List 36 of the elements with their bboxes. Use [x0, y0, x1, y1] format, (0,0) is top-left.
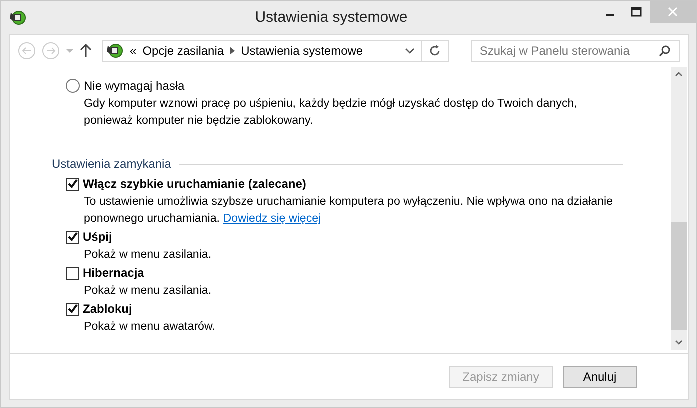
minimize-icon	[606, 14, 614, 16]
chevron-icon	[230, 47, 236, 55]
section-title: Ustawienia zamykania	[52, 157, 172, 171]
search-icon	[659, 45, 671, 57]
power-options-icon	[9, 8, 27, 26]
option-label: Uśpij	[83, 230, 112, 244]
window-title: Ustawienia systemowe	[254, 9, 409, 26]
close-icon	[668, 7, 678, 17]
checkbox[interactable]	[66, 266, 79, 280]
breadcrumb[interactable]: Ustawienia systemowe	[241, 44, 364, 58]
option-label: Włącz szybkie uruchamianie (zalecane)	[83, 177, 306, 191]
option-description: Gdy komputer wznowi pracę po uśpieniu, każdy będzie mógł uzyskać dostęp do Twoich danych, ponieważ komputer nie będzie zablokowany.	[84, 96, 578, 129]
cancel-button[interactable]: Anuluj	[563, 366, 637, 388]
option-description: Pokaż w menu zasilania.	[84, 283, 213, 299]
checkbox[interactable]	[66, 230, 79, 244]
checkbox[interactable]	[66, 302, 79, 316]
checkbox[interactable]	[66, 178, 79, 190]
option-description: To ustawienie umożliwia szybsze uruchamianie komputera po wyłączeniu. Nie wpływa ono na działanie ponownego uruchamiania. Dowiedz się więcej	[84, 194, 614, 227]
scrollbar[interactable]	[671, 67, 687, 350]
breadcrumb-overflow[interactable]: «	[130, 44, 137, 58]
power-options-icon	[106, 42, 124, 60]
option-description: Pokaż w menu zasilania.	[84, 247, 213, 263]
option-label: Hibernacja	[83, 266, 144, 280]
learn-more-link[interactable]: Dowiedz się więcej	[223, 212, 322, 225]
radio-button[interactable]	[66, 79, 80, 93]
option-label: Zablokuj	[83, 302, 132, 316]
maximize-icon	[631, 7, 642, 17]
refresh-icon[interactable]	[428, 44, 442, 58]
search-field[interactable]: Szukaj w Panelu sterowania	[470, 40, 680, 62]
breadcrumb[interactable]: Opcje zasilania	[142, 44, 224, 58]
scrollbar-thumb[interactable]	[671, 222, 687, 330]
address-bar[interactable]: « Opcje zasilania Ustawienia systemowe	[102, 40, 449, 62]
option-description: Pokaż w menu awatarów.	[84, 319, 216, 335]
up-button[interactable]	[80, 44, 92, 58]
chevron-down-icon[interactable]	[404, 47, 415, 55]
option-label: Nie wymagaj hasła	[84, 79, 185, 93]
